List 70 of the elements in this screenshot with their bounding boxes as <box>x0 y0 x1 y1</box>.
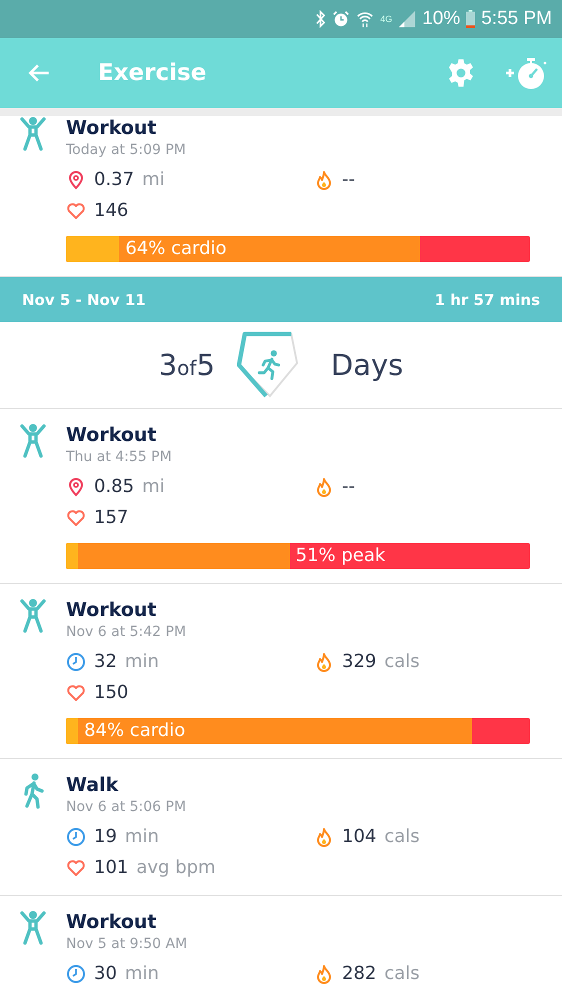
stat-unit: min <box>124 826 159 847</box>
heart-icon <box>66 508 86 528</box>
week-total: 1 hr 57 mins <box>434 290 540 308</box>
heart-icon <box>66 682 86 702</box>
network-type: 4G <box>380 14 392 24</box>
stat-value: 32 <box>94 651 117 672</box>
stat-unit: mi <box>142 476 165 497</box>
zone-label: 64% cardio <box>124 237 227 261</box>
activity-time: Nov 6 at 5:42 PM <box>66 623 188 642</box>
stat-unit: cals <box>384 963 420 984</box>
activity-title: Workout <box>66 598 158 622</box>
stat-unit: cals <box>384 826 420 847</box>
person-arms-raised-icon <box>20 423 46 459</box>
screen-title: Exercise <box>98 60 208 86</box>
add-stopwatch-icon[interactable] <box>504 55 548 91</box>
stat-unit: min <box>124 651 159 672</box>
activity-time: Today at 5:09 PM <box>66 141 187 160</box>
week-range: Nov 5 - Nov 11 <box>22 290 146 308</box>
stat-unit: cals <box>384 651 420 672</box>
bluetooth-icon <box>315 10 326 28</box>
activity-title: Walk <box>66 773 120 797</box>
stat-value: 146 <box>94 200 128 221</box>
activity-title: Workout <box>66 910 158 934</box>
stat-value: 101 <box>94 857 128 878</box>
person-arms-raised-icon <box>20 598 46 634</box>
stat-value: 30 <box>94 963 117 984</box>
running-badge-icon <box>236 330 299 400</box>
battery-percent: 10% <box>422 8 460 30</box>
flame-icon <box>314 476 334 496</box>
stat-unit: min <box>124 963 159 984</box>
zone-label: 84% cardio <box>83 719 186 743</box>
clock-time: 5:55 PM <box>481 8 552 30</box>
activity-title: Workout <box>66 423 158 447</box>
stat-value: 157 <box>94 507 128 528</box>
days-label: Days <box>330 348 404 382</box>
stat-value: -- <box>342 476 355 497</box>
stat-value: 19 <box>94 826 117 847</box>
activity-time: Nov 6 at 5:06 PM <box>66 798 188 817</box>
stat-value: 282 <box>342 963 376 984</box>
person-arms-raised-icon <box>20 116 46 152</box>
battery-icon <box>466 10 476 28</box>
clock-icon <box>66 826 86 846</box>
stat-value: 0.85 <box>94 476 134 497</box>
zone-label: 51% peak <box>294 544 386 568</box>
stat-value: 329 <box>342 651 376 672</box>
heart-icon <box>66 200 86 220</box>
settings-icon[interactable] <box>446 58 476 88</box>
activity-time: Thu at 4:55 PM <box>66 448 173 467</box>
flame-icon <box>314 964 334 984</box>
activity-title: Workout <box>66 116 158 140</box>
alarm-icon <box>332 10 350 28</box>
location-pin-icon <box>66 170 86 190</box>
days-count: 3of5 <box>158 348 215 382</box>
stat-unit: avg bpm <box>136 857 216 878</box>
clock-icon <box>66 652 86 672</box>
person-arms-raised-icon <box>20 910 46 946</box>
flame-icon <box>314 170 334 190</box>
stat-value: -- <box>342 169 355 190</box>
stat-unit: mi <box>142 169 165 190</box>
stat-value: 150 <box>94 682 128 703</box>
heart-icon <box>66 858 86 878</box>
location-pin-icon <box>66 476 86 496</box>
stat-value: 104 <box>342 826 376 847</box>
flame-icon <box>314 826 334 846</box>
stat-value: 0.37 <box>94 169 134 190</box>
flame-icon <box>314 652 334 672</box>
signal-icon <box>398 10 416 28</box>
wifi-icon <box>356 10 374 28</box>
clock-icon <box>66 964 86 984</box>
activity-time: Nov 5 at 9:50 AM <box>66 935 188 954</box>
